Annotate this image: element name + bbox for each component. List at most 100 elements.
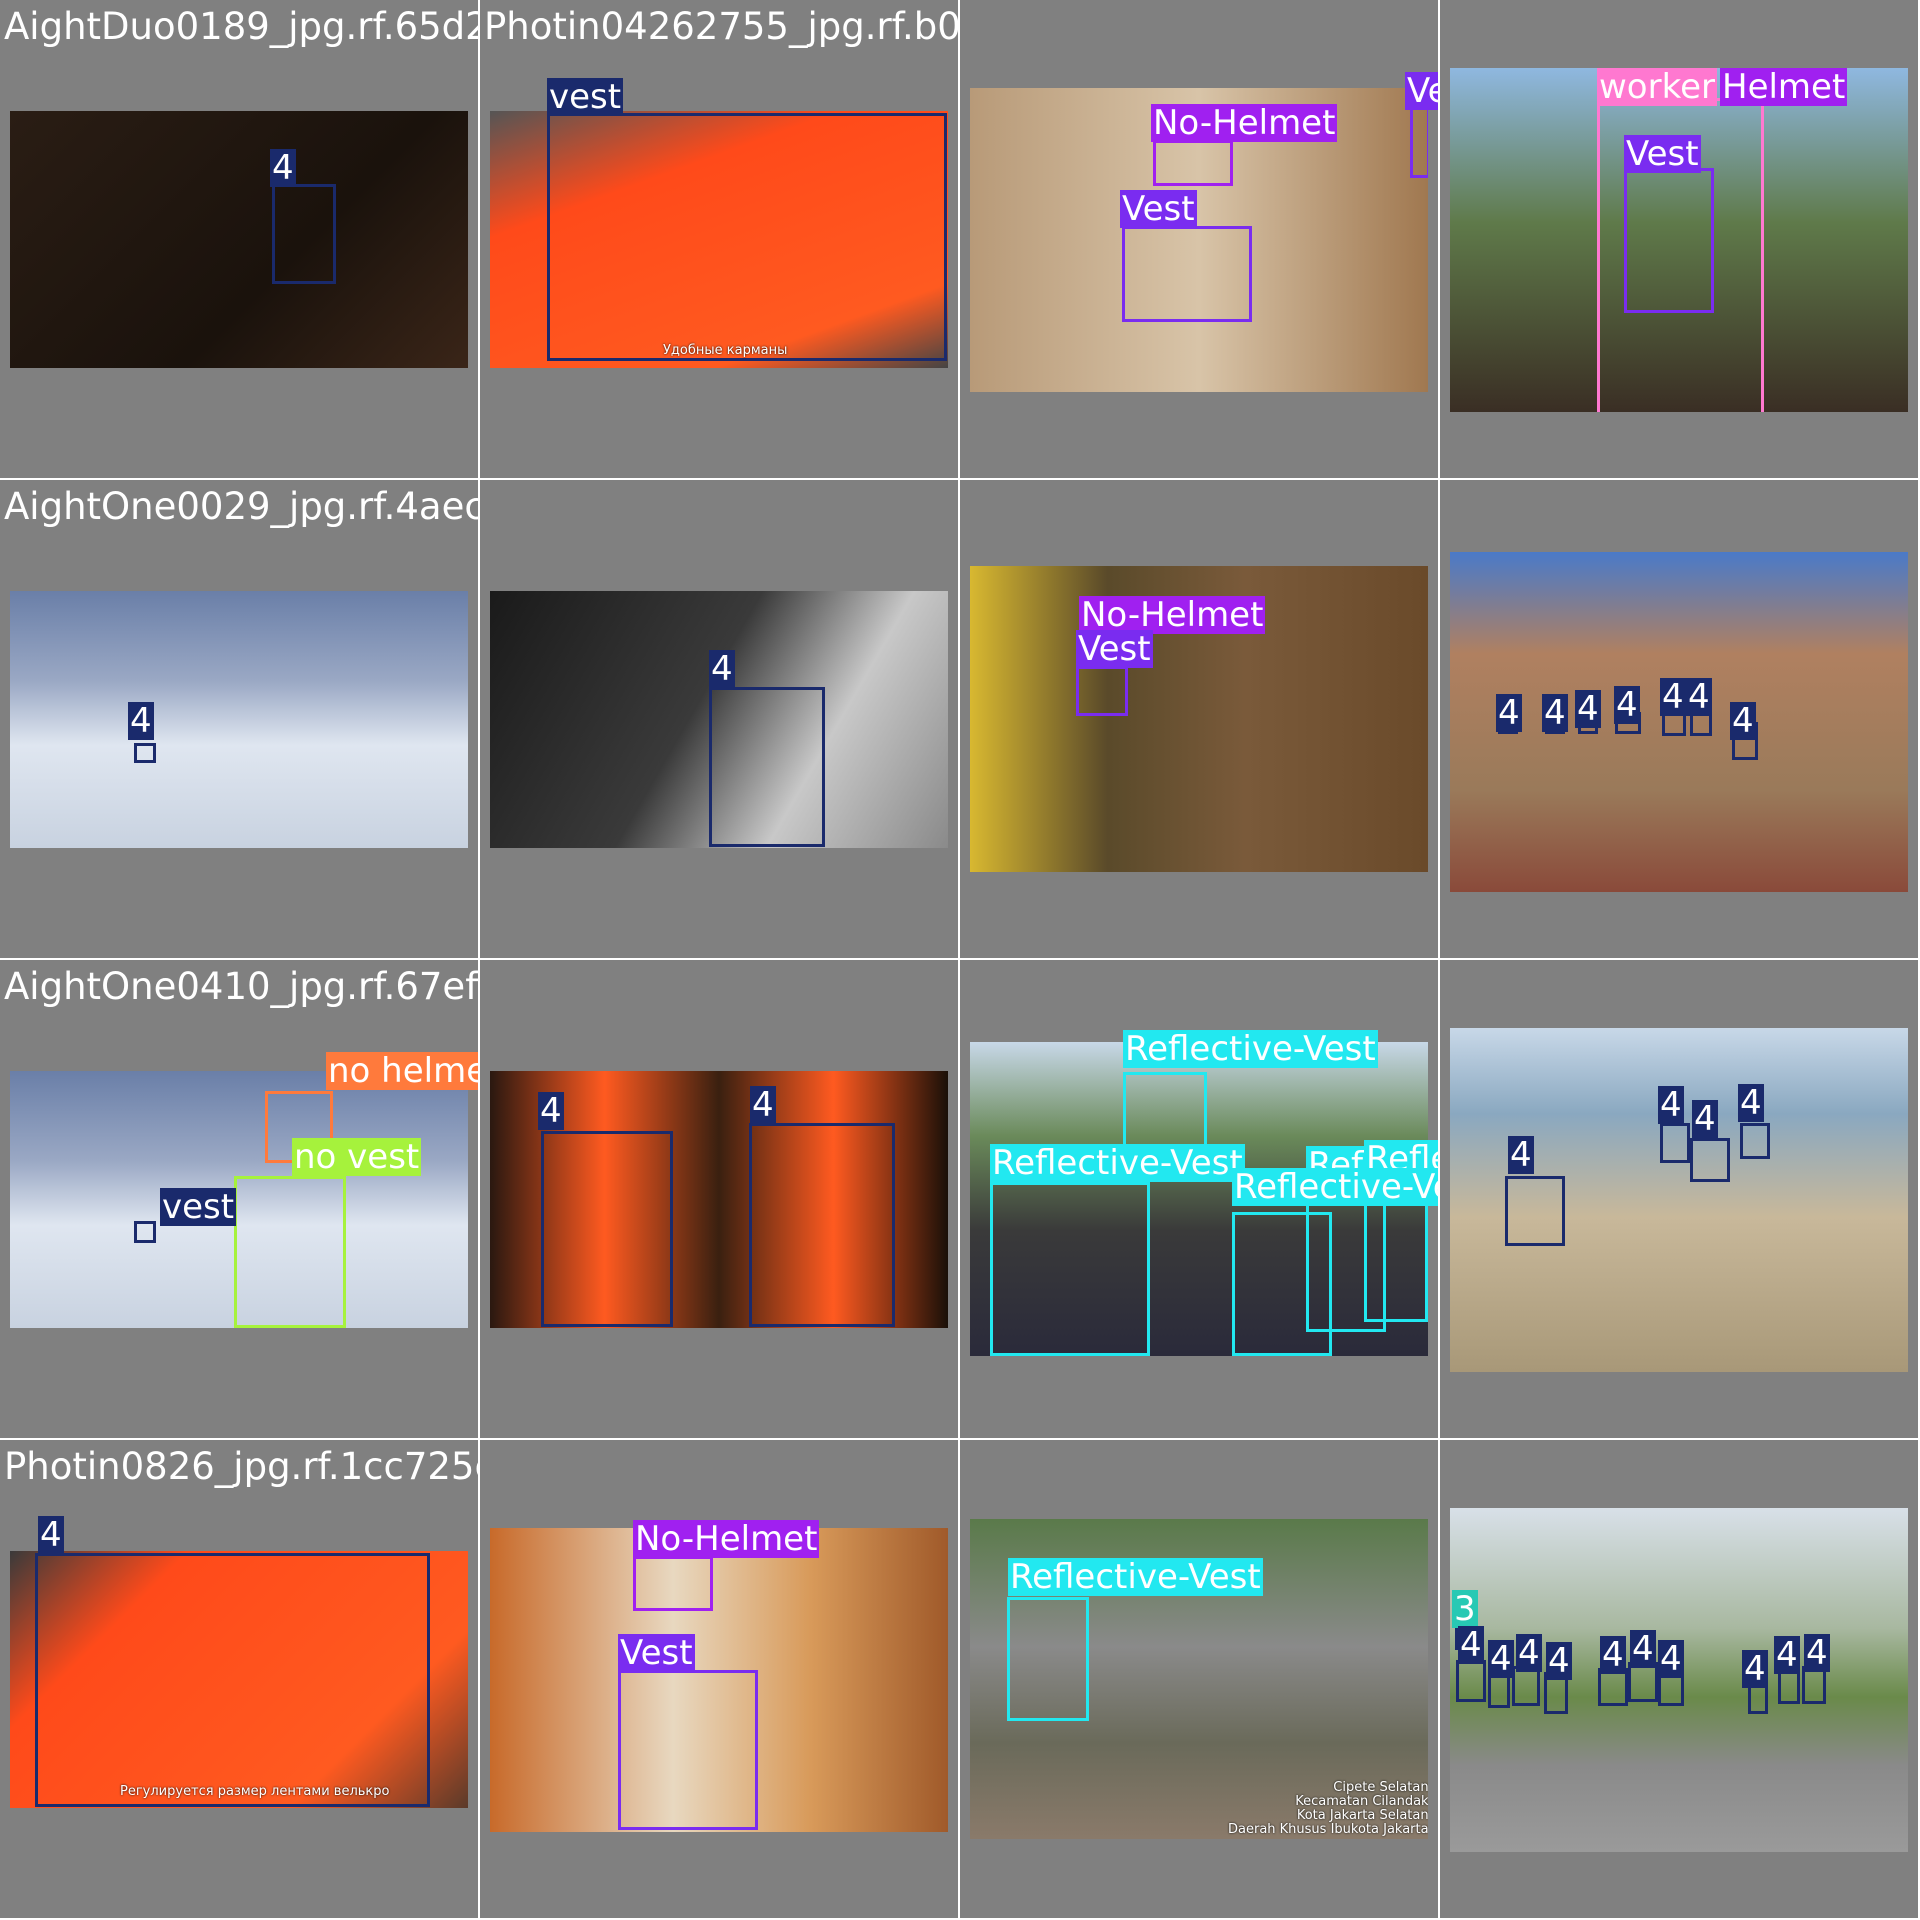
tile-title: Photin0826_jpg.rf.1cc725cfd06014209bfe9e… <box>4 1445 478 1488</box>
photo-warehouse-clipboard <box>490 1528 948 1832</box>
detection-label: 4 <box>1516 1633 1542 1673</box>
detection-label: Reflective-Vest <box>1232 1168 1438 1206</box>
detection-label: 4 <box>128 701 154 741</box>
detection-box <box>1660 1123 1690 1163</box>
tile-3: No-Helmet Vest Vest <box>960 0 1438 478</box>
detection-box <box>1505 1176 1565 1246</box>
detection-box <box>1364 1192 1428 1322</box>
photo-caption: Удобные карманы <box>663 343 788 358</box>
tile-9: no helmet no vest vest AightOne0410_jpg.… <box>0 960 478 1438</box>
mosaic-grid: 4 AightDuo0189_jpg.rf.65d206 Удобные кар… <box>0 0 1920 1920</box>
detection-label: Reflective-Vest <box>1008 1557 1263 1597</box>
tile-5: 4 AightOne0029_jpg.rf.4aecad087781021f26… <box>0 480 478 958</box>
detection-label: 4 <box>1575 689 1601 729</box>
detection-label: 4 <box>1658 1085 1684 1125</box>
tile-title: AightOne0029_jpg.rf.4aecad087781021f2617… <box>4 485 478 528</box>
photo-snow-lake <box>10 591 468 848</box>
photo-children-road <box>1450 1508 1908 1852</box>
detection-box <box>1456 1660 1486 1702</box>
detection-label: 4 <box>1600 1635 1626 1675</box>
tile-title: AightDuo0189_jpg.rf.65d206 <box>4 5 478 48</box>
detection-label: 4 <box>1630 1629 1656 1669</box>
detection-label: Vest <box>1120 189 1197 229</box>
detection-label: vest <box>160 1187 237 1227</box>
detection-label: 4 <box>1614 685 1640 725</box>
detection-label: 4 <box>750 1085 776 1125</box>
detection-label: 4 <box>1742 1649 1768 1689</box>
detection-box <box>234 1176 346 1328</box>
detection-label: Vest <box>618 1633 695 1673</box>
photo-beach-children <box>1450 1028 1908 1372</box>
detection-box <box>709 687 825 847</box>
tile-7: No-Helmet Vest <box>960 480 1438 958</box>
tile-11: Reflective-Vest Reflective-Vest Reflecti… <box>960 960 1438 1438</box>
tile-title: Photin04262755_jpg.rf.b035788078723b1c19… <box>484 5 958 48</box>
tile-16: 3 4 4 4 4 4 4 4 4 4 4 <box>1440 1440 1918 1918</box>
detection-box <box>134 743 156 763</box>
tile-2: Удобные карманы vest Photin04262755_jpg.… <box>480 0 958 478</box>
photo-night-scene: 4 <box>10 111 468 368</box>
detection-box <box>1007 1597 1089 1721</box>
detection-box <box>1690 1138 1730 1182</box>
tile-8: 4 4 4 4 4 4 4 <box>1440 480 1918 958</box>
detection-label: Helmet <box>1720 67 1848 107</box>
detection-label: 3 <box>1452 1589 1478 1629</box>
detection-label: Vest <box>1076 629 1153 669</box>
detection-box <box>1740 1123 1770 1159</box>
detection-label: no helmet <box>326 1052 478 1090</box>
detection-label: Reflective-Vest <box>1123 1029 1378 1069</box>
photo-car-engine <box>490 591 948 848</box>
detection-box <box>541 1131 673 1327</box>
detection-box <box>618 1670 758 1830</box>
detection-box <box>1076 666 1128 716</box>
photo-snow-lake-2 <box>10 1071 468 1328</box>
detection-label: 4 <box>1686 677 1712 717</box>
detection-label: 4 <box>709 649 735 689</box>
tile-15: Cipete Selatan Kecamatan Cilandak Kota J… <box>960 1440 1438 1918</box>
detection-label: Reflective-Vest <box>990 1143 1245 1183</box>
detection-label: 4 <box>1508 1135 1534 1175</box>
detection-label: Vest <box>1405 72 1438 110</box>
detection-box <box>633 1556 713 1611</box>
detection-label: 4 <box>1692 1099 1718 1139</box>
tile-14: No-Helmet Vest <box>480 1440 958 1918</box>
photo-orange-vest: Удобные карманы <box>490 111 948 368</box>
tile-4: worker Helmet Vest <box>1440 0 1918 478</box>
detection-box <box>35 1553 430 1807</box>
detection-label: No-Helmet <box>633 1519 820 1559</box>
tile-12: 4 4 4 4 <box>1440 960 1918 1438</box>
detection-label: 4 <box>1458 1625 1484 1665</box>
tile-13: Регулируется размер лентами велькро 4 Ph… <box>0 1440 478 1918</box>
photo-woman-balcony <box>1450 68 1908 412</box>
detection-box <box>547 113 947 361</box>
photo-caption: Cipete Selatan Kecamatan Cilandak Kota J… <box>1228 1780 1428 1837</box>
detection-box <box>1624 168 1714 313</box>
detection-label: no vest <box>292 1137 422 1177</box>
detection-label: 4 <box>270 148 296 188</box>
detection-box <box>1153 140 1233 186</box>
tile-title: AightOne0410_jpg.rf.67ef20a63248f25e1d91… <box>4 965 478 1008</box>
detection-label: 4 <box>1804 1633 1830 1673</box>
tile-6: 4 <box>480 480 958 958</box>
detection-label: 4 <box>538 1091 564 1131</box>
detection-label: 4 <box>1488 1639 1514 1679</box>
detection-label: worker <box>1597 67 1717 107</box>
detection-label: Vest <box>1624 134 1701 174</box>
detection-label: 4 <box>1546 1641 1572 1681</box>
detection-label: vest <box>547 77 624 117</box>
detection-label: 4 <box>1774 1635 1800 1675</box>
detection-label: 4 <box>1730 701 1756 741</box>
detection-box <box>1410 103 1428 178</box>
detection-label: 4 <box>1496 693 1522 733</box>
tile-10: 4 4 <box>480 960 958 1438</box>
detection-box <box>272 184 336 284</box>
photo-caption: Регулируется размер лентами велькро <box>120 1784 390 1799</box>
detection-label: 4 <box>1738 1083 1764 1123</box>
detection-label: No-Helmet <box>1151 103 1338 143</box>
detection-box <box>1122 226 1252 322</box>
tile-1: 4 AightDuo0189_jpg.rf.65d206 <box>0 0 478 478</box>
detection-label: 4 <box>1658 1639 1684 1679</box>
detection-box <box>749 1123 895 1327</box>
detection-label: 4 <box>1660 677 1686 717</box>
detection-label: 4 <box>1542 693 1568 733</box>
